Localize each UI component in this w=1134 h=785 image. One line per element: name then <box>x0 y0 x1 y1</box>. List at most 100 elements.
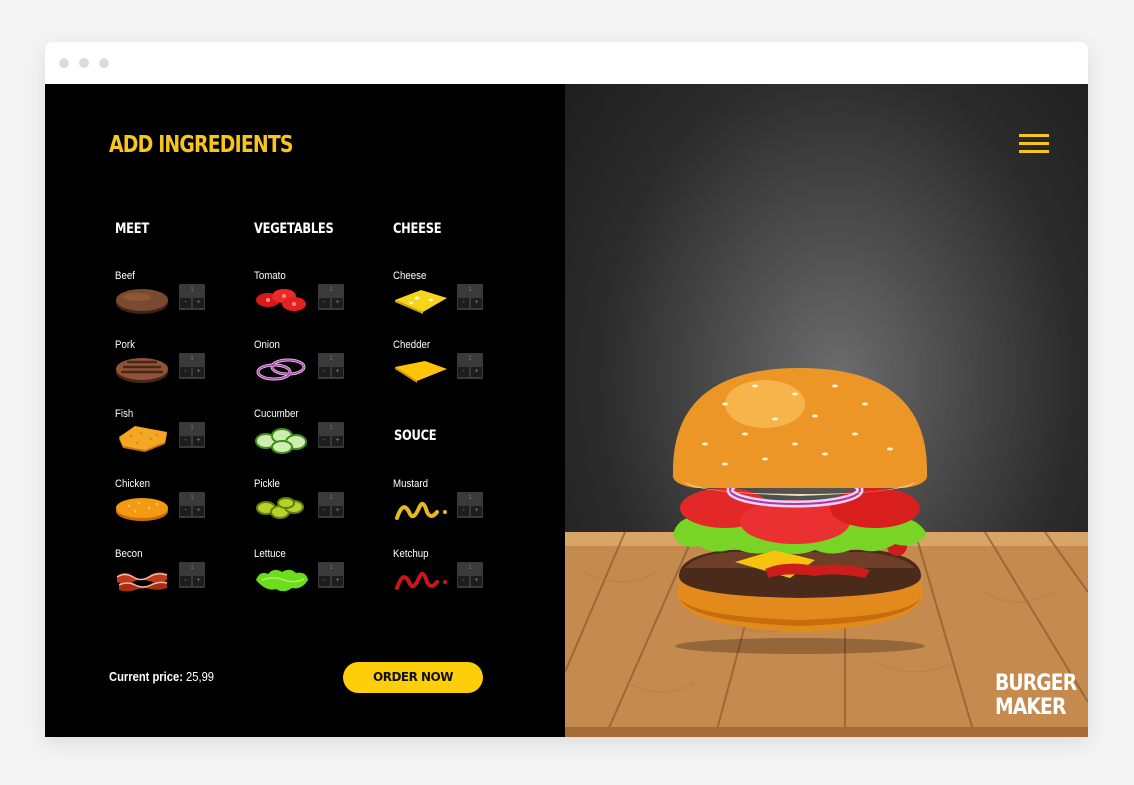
brand-line1: BURGER <box>995 671 1077 696</box>
burger-preview: BURGER MAKER <box>565 84 1088 737</box>
app-window: ADD INGREDIENTS MEET VEGETABLES CHEESE S… <box>45 42 1088 737</box>
decrement-button[interactable]: - <box>180 367 191 377</box>
quantity-stepper: 1 - + <box>179 492 205 518</box>
quantity-stepper: 1 - + <box>318 562 344 588</box>
lettuce-leaf-icon <box>256 569 308 592</box>
hamburger-menu-icon[interactable] <box>1019 134 1051 156</box>
decrement-button[interactable]: - <box>180 576 191 586</box>
ingredient-mustard: Mustard 1 - + <box>393 478 513 528</box>
onion-rings-icon <box>256 358 306 381</box>
ingredient-label: Becon <box>115 548 143 560</box>
quantity-stepper: 1 - + <box>318 422 344 448</box>
quantity-value: 1 <box>190 425 194 431</box>
chedder-slice-icon <box>395 361 447 383</box>
price-label: Current price: <box>109 669 183 684</box>
decrement-button[interactable]: - <box>458 367 469 377</box>
ingredient-label: Mustard <box>393 478 428 490</box>
quantity-stepper: 1 - + <box>318 284 344 310</box>
window-titlebar <box>45 42 1088 84</box>
quantity-stepper: 1 - + <box>179 353 205 379</box>
quantity-stepper: 1 - + <box>457 353 483 379</box>
cheese-slice-icon <box>395 290 447 314</box>
increment-button[interactable]: + <box>193 506 204 516</box>
quantity-value: 1 <box>329 495 333 501</box>
decrement-button[interactable]: - <box>180 436 191 446</box>
quantity-stepper: 1 - + <box>457 284 483 310</box>
quantity-stepper: 1 - + <box>318 492 344 518</box>
decrement-button[interactable]: - <box>319 298 330 308</box>
increment-button[interactable]: + <box>332 576 343 586</box>
decrement-button[interactable]: - <box>319 576 330 586</box>
decrement-button[interactable]: - <box>458 298 469 308</box>
quantity-stepper: 1 - + <box>457 492 483 518</box>
decrement-button[interactable]: - <box>180 298 191 308</box>
chicken-patty-icon <box>116 498 168 521</box>
decrement-button[interactable]: - <box>319 436 330 446</box>
bacon-strips-icon <box>116 572 168 592</box>
page-title: ADD INGREDIENTS <box>109 132 293 158</box>
quantity-value: 1 <box>329 425 333 431</box>
burger-illustration <box>672 368 928 654</box>
tomato-slices-icon <box>256 289 306 311</box>
quantity-value: 1 <box>329 287 333 293</box>
ingredient-onion: Onion 1 - + <box>254 339 374 389</box>
ingredient-label: Pork <box>115 339 135 351</box>
increment-button[interactable]: + <box>332 436 343 446</box>
ingredient-cucumber: Cucumber 1 - + <box>254 408 374 458</box>
increment-button[interactable]: + <box>193 436 204 446</box>
quantity-stepper: 1 - + <box>457 562 483 588</box>
decrement-button[interactable]: - <box>458 506 469 516</box>
ingredient-label: Chicken <box>115 478 150 490</box>
ingredient-label: Pickle <box>254 478 280 490</box>
mustard-squiggle-icon <box>395 501 447 520</box>
pickle-slices-icon <box>256 497 304 519</box>
increment-button[interactable]: + <box>471 576 482 586</box>
ingredient-becon: Becon 1 - + <box>115 548 235 598</box>
quantity-value: 1 <box>468 495 472 501</box>
increment-button[interactable]: + <box>193 576 204 586</box>
ingredients-panel: ADD INGREDIENTS MEET VEGETABLES CHEESE S… <box>45 84 565 737</box>
fish-fillet-icon <box>119 426 167 452</box>
ingredient-label: Lettuce <box>254 548 286 560</box>
quantity-stepper: 1 - + <box>179 422 205 448</box>
order-now-button[interactable]: ORDER NOW <box>343 662 483 693</box>
increment-button[interactable]: + <box>471 298 482 308</box>
increment-button[interactable]: + <box>471 506 482 516</box>
increment-button[interactable]: + <box>332 367 343 377</box>
increment-button[interactable]: + <box>471 367 482 377</box>
decrement-button[interactable]: - <box>180 506 191 516</box>
window-dot <box>99 58 109 68</box>
price-value: 25,99 <box>186 669 215 684</box>
ingredient-lettuce: Lettuce 1 - + <box>254 548 374 598</box>
increment-button[interactable]: + <box>332 298 343 308</box>
ingredient-beef: Beef 1 - + <box>115 270 235 320</box>
quantity-value: 1 <box>190 356 194 362</box>
ketchup-squiggle-icon <box>395 571 447 590</box>
increment-button[interactable]: + <box>332 506 343 516</box>
cucumber-slices-icon <box>255 428 307 454</box>
current-price: Current price: 25,99 <box>109 669 214 684</box>
quantity-value: 1 <box>468 287 472 293</box>
ingredient-label: Tomato <box>254 270 286 282</box>
pork-patty-icon <box>116 358 168 383</box>
category-cheese: CHEESE <box>393 221 442 237</box>
ingredient-tomato: Tomato 1 - + <box>254 270 374 320</box>
ingredient-fish: Fish 1 - + <box>115 408 235 458</box>
ingredient-label: Beef <box>115 270 135 282</box>
beef-patty-icon <box>116 289 168 314</box>
ingredient-pork: Pork 1 - + <box>115 339 235 389</box>
quantity-value: 1 <box>190 565 194 571</box>
increment-button[interactable]: + <box>193 298 204 308</box>
decrement-button[interactable]: - <box>458 576 469 586</box>
increment-button[interactable]: + <box>193 367 204 377</box>
category-meet: MEET <box>115 221 149 237</box>
window-dot <box>79 58 89 68</box>
quantity-value: 1 <box>190 495 194 501</box>
quantity-value: 1 <box>468 356 472 362</box>
quantity-value: 1 <box>190 287 194 293</box>
decrement-button[interactable]: - <box>319 506 330 516</box>
ingredient-label: Chedder <box>393 339 431 351</box>
quantity-stepper: 1 - + <box>179 284 205 310</box>
ingredient-label: Fish <box>115 408 134 420</box>
decrement-button[interactable]: - <box>319 367 330 377</box>
